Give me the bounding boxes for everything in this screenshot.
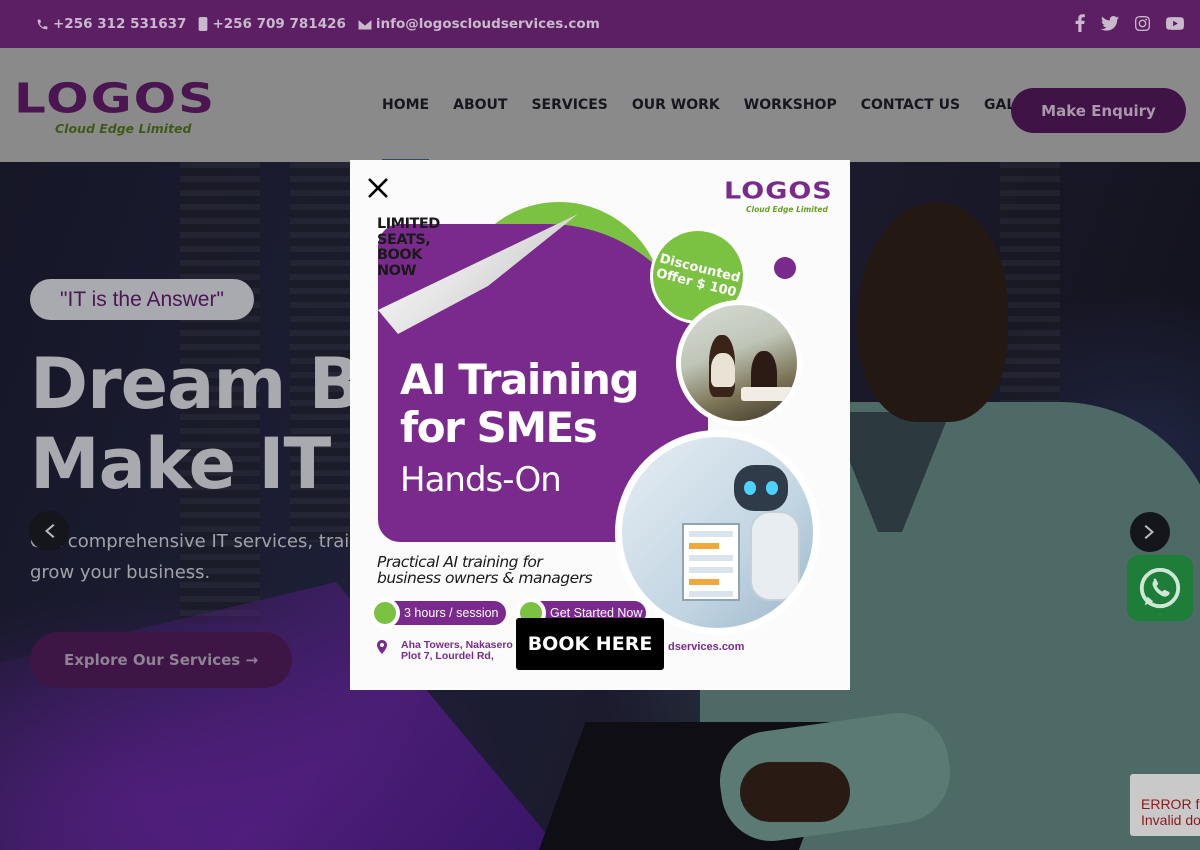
book-here-button[interactable]: BOOK HERE <box>516 618 664 670</box>
popup-logo: LOGOS Cloud Edge Limited <box>724 180 844 220</box>
promo-popup: LOGOS Cloud Edge Limited LIMITED SEATS, … <box>350 160 850 690</box>
social-links <box>1075 14 1184 32</box>
popup-address: Aha Towers, Nakasero Plot 7, Lourdel Rd, <box>377 640 513 662</box>
session-duration-chip: 3 hours / session <box>370 598 506 628</box>
envelope-icon <box>357 18 372 30</box>
explore-services-button[interactable]: Explore Our Services → <box>30 632 292 688</box>
youtube-icon[interactable] <box>1166 16 1184 30</box>
decorative-dot <box>774 257 796 279</box>
nav-contact-us[interactable]: CONTACT US <box>861 48 960 162</box>
chevron-right-icon <box>1144 525 1154 539</box>
phone-2-text: +256 709 781426 <box>212 16 346 32</box>
recaptcha-error-badge: ERROR fo Invalid do <box>1130 774 1200 836</box>
logo-wordmark: LOGOS <box>14 74 217 123</box>
hero-description: Get comprehensive IT services, training … <box>30 526 360 588</box>
main-nav: HOME ABOUT SERVICES OUR WORK WORKSHOP CO… <box>370 48 1066 162</box>
make-enquiry-button[interactable]: Make Enquiry <box>1011 88 1186 133</box>
nav-services[interactable]: SERVICES <box>531 48 607 162</box>
address-line-2: Plot 7, Lourdel Rd, <box>401 650 494 662</box>
limited-line: LIMITED <box>377 216 440 232</box>
popup-description: Practical AI training for business owner… <box>377 553 593 587</box>
facebook-icon[interactable] <box>1075 14 1085 32</box>
meeting-photo <box>676 300 802 426</box>
limited-line: NOW <box>377 262 416 279</box>
top-contact-bar: +256 312 531637 +256 709 781426 info@log… <box>0 0 1200 48</box>
site-header: LOGOS Cloud Edge Limited HOME ABOUT SERV… <box>0 48 1200 162</box>
phone-icon <box>37 19 48 29</box>
whatsapp-icon <box>1139 567 1181 609</box>
chip-label: 3 hours / session <box>404 606 499 620</box>
limited-line: BOOK <box>377 247 422 263</box>
popup-logo-tagline: Cloud Edge Limited <box>746 205 828 214</box>
hero-person-hand <box>740 762 850 822</box>
phone-link-2[interactable]: +256 709 781426 <box>198 16 346 32</box>
popup-subtitle: Hands-On <box>400 460 562 500</box>
site-logo[interactable]: LOGOS Cloud Edge Limited <box>14 78 224 140</box>
nav-about[interactable]: ABOUT <box>453 48 507 162</box>
logo-tagline: Cloud Edge Limited <box>55 121 192 136</box>
limited-line: SEATS, <box>377 231 431 248</box>
hero-badge: "IT is the Answer" <box>30 279 254 320</box>
hero-description-line-1: Get comprehensive IT services, training <box>30 531 360 552</box>
robot-head <box>734 465 788 511</box>
popup-title: AI Training for SMEs <box>400 355 640 452</box>
hero-description-line-2: grow your business. <box>30 562 211 583</box>
email-link[interactable]: info@logoscloudservices.com <box>357 16 600 32</box>
robot-dashboard-screen <box>682 523 740 601</box>
chip-dot <box>370 598 400 628</box>
mobile-icon <box>199 17 208 31</box>
popup-description-line-1: Practical AI training for <box>377 553 543 571</box>
slider-next-button[interactable] <box>1130 512 1170 552</box>
limited-seats-text: LIMITED SEATS, BOOK NOW <box>377 216 440 279</box>
popup-title-line-1: AI Training <box>400 355 640 404</box>
email-text: info@logoscloudservices.com <box>375 16 600 32</box>
popup-description-line-2: business owners & managers <box>377 569 593 587</box>
nav-home[interactable]: HOME <box>382 48 430 162</box>
robot-photo <box>615 430 820 635</box>
close-icon <box>368 178 388 198</box>
nav-workshop[interactable]: WORKSHOP <box>744 48 837 162</box>
recaptcha-line-1: ERROR fo <box>1141 796 1200 812</box>
instagram-icon[interactable] <box>1135 15 1150 31</box>
whatsapp-button[interactable] <box>1127 555 1193 621</box>
popup-logo-wordmark: LOGOS <box>724 178 833 205</box>
recaptcha-line-2: Invalid do <box>1141 812 1200 828</box>
slider-prev-button[interactable] <box>29 511 69 551</box>
phone-1-text: +256 312 531637 <box>53 16 187 32</box>
phone-link-1[interactable]: +256 312 531637 <box>36 16 186 32</box>
popup-email-partial: dservices.com <box>668 641 745 653</box>
popup-close-button[interactable] <box>364 174 392 202</box>
twitter-icon[interactable] <box>1101 15 1119 31</box>
location-pin-icon <box>377 640 387 654</box>
chevron-left-icon <box>45 524 55 538</box>
nav-our-work[interactable]: OUR WORK <box>632 48 720 162</box>
popup-title-line-2: for SMEs <box>400 403 598 452</box>
contact-info: +256 312 531637 +256 709 781426 info@log… <box>36 16 600 32</box>
hero-person-head <box>858 202 1008 422</box>
robot-body <box>750 511 800 601</box>
